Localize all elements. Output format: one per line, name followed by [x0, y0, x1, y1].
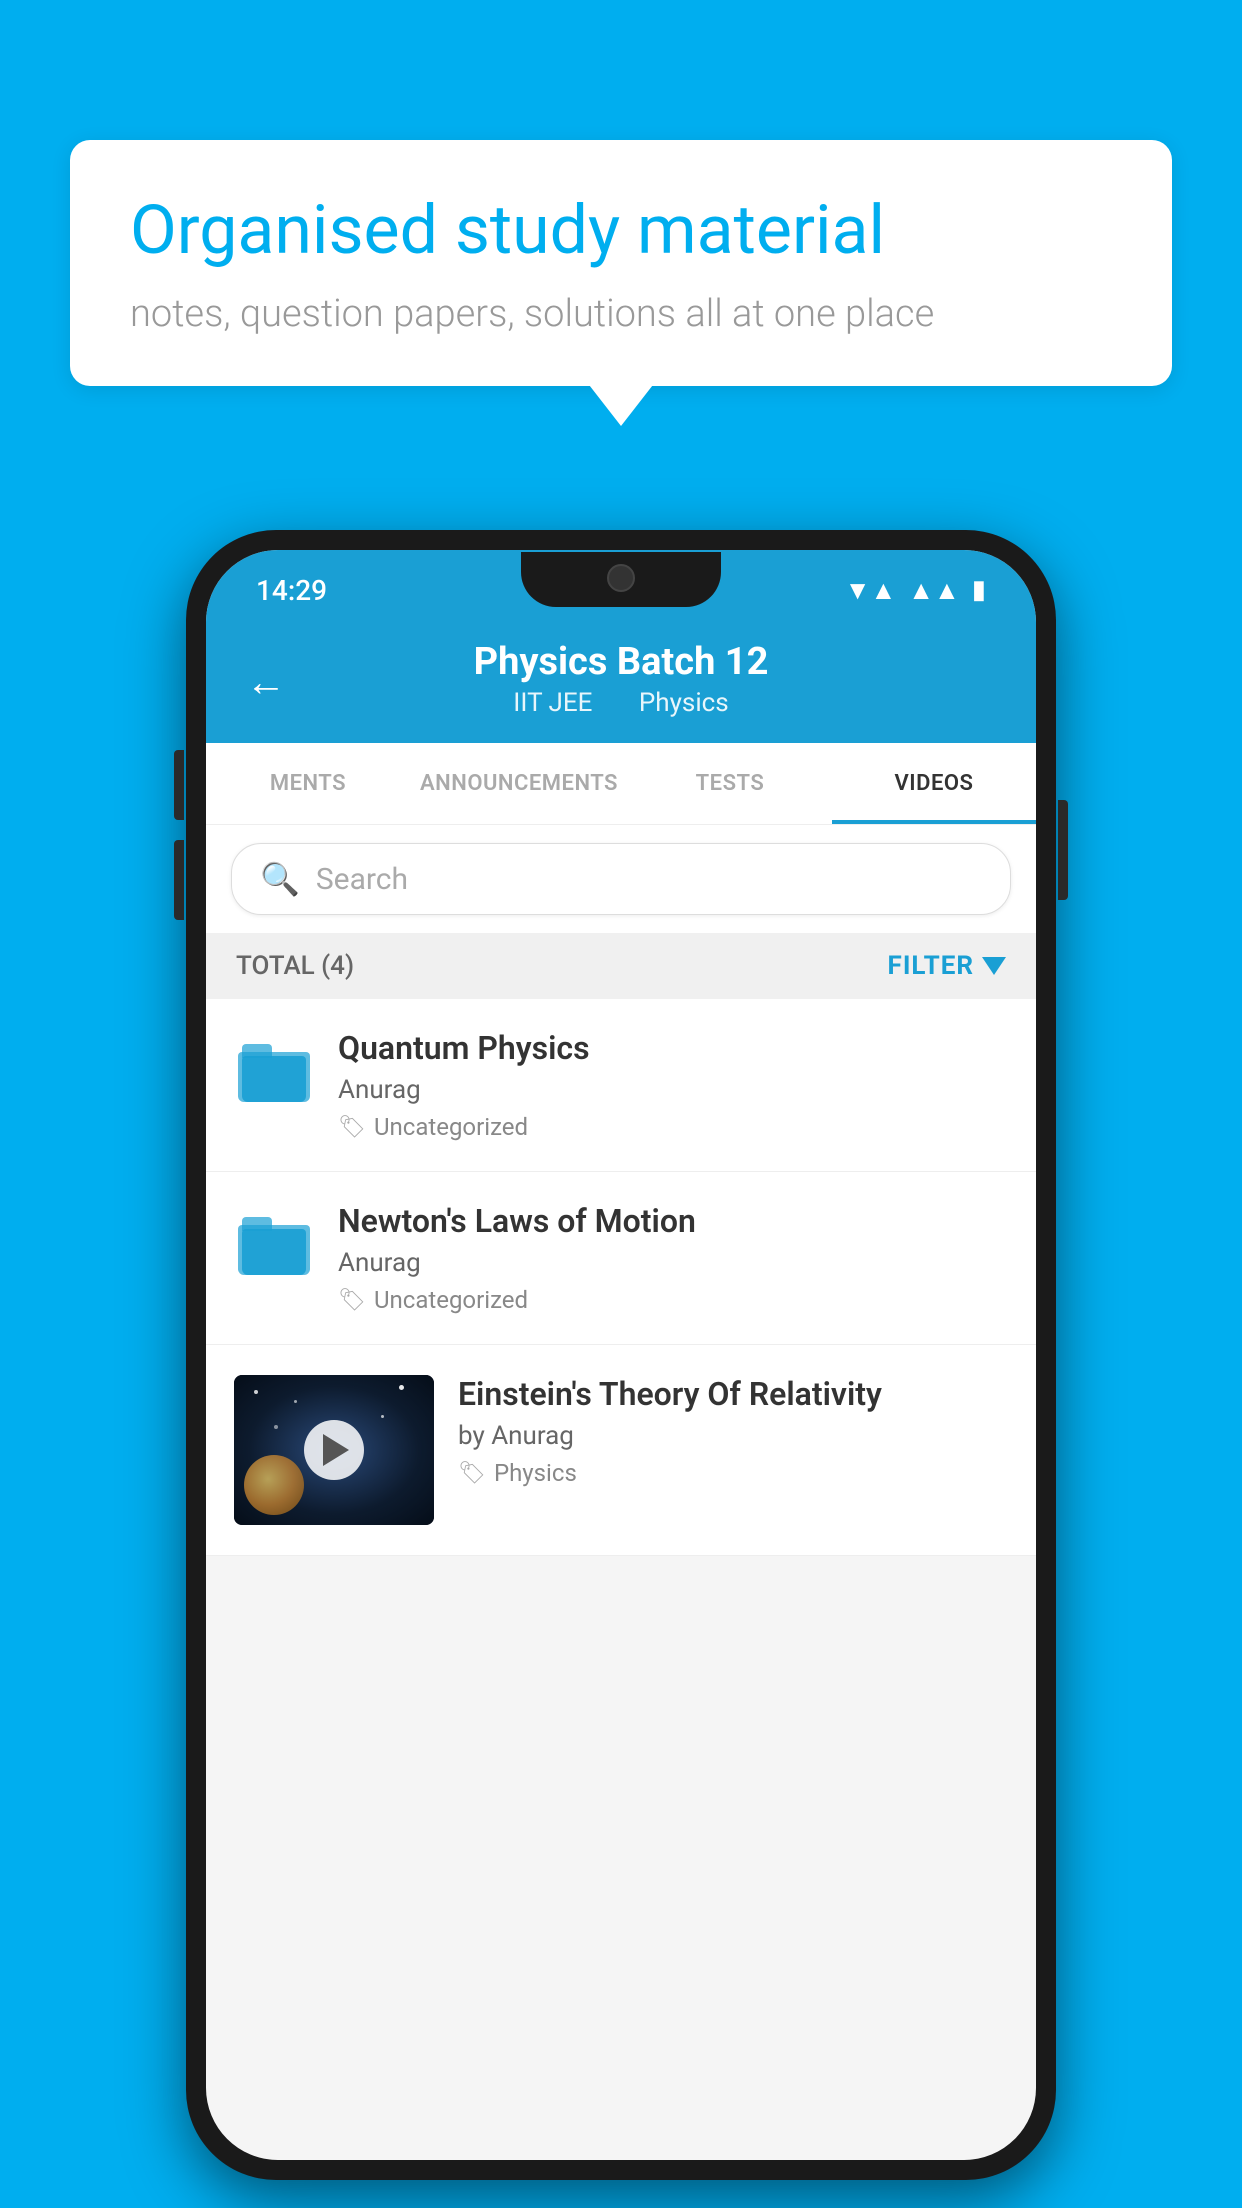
header-subtitle-physics: Physics — [639, 688, 729, 718]
tab-announcements[interactable]: ANNOUNCEMENTS — [410, 743, 628, 824]
video-title: Einstein's Theory Of Relativity — [458, 1375, 1008, 1413]
video-info: Einstein's Theory Of Relativity by Anura… — [458, 1375, 1008, 1487]
search-container: 🔍 Search — [206, 825, 1036, 933]
header-subtitle: IIT JEE Physics — [246, 688, 996, 718]
tab-ments[interactable]: MENTS — [206, 743, 410, 824]
back-button[interactable]: ← — [246, 658, 286, 705]
wifi-icon: ▼▲ — [845, 575, 896, 606]
filter-label: FILTER — [888, 951, 974, 981]
video-info: Newton's Laws of Motion Anurag 🏷 Uncateg… — [338, 1202, 1008, 1314]
tag-label: Uncategorized — [374, 1113, 528, 1141]
tab-tests[interactable]: TESTS — [628, 743, 832, 824]
video-author: by Anurag — [458, 1421, 1008, 1451]
header-title: Physics Batch 12 — [246, 640, 996, 684]
power-button — [1058, 800, 1068, 900]
list-item[interactable]: Einstein's Theory Of Relativity by Anura… — [206, 1345, 1036, 1556]
video-author: Anurag — [338, 1075, 1008, 1105]
play-icon — [323, 1434, 349, 1466]
video-list: Quantum Physics Anurag 🏷 Uncategorized — [206, 999, 1036, 1556]
status-icons: ▼▲ ▲▲ ▮ — [845, 575, 986, 606]
volume-down-button — [174, 840, 184, 920]
battery-icon: ▮ — [972, 575, 986, 605]
folder-icon — [234, 1033, 314, 1113]
video-thumbnail — [234, 1375, 434, 1525]
search-input[interactable]: Search — [316, 862, 408, 897]
tag-icon: 🏷 — [338, 1115, 366, 1140]
phone-wrapper: 14:29 ▼▲ ▲▲ ▮ ← Physics Batch 12 IIT JEE… — [186, 530, 1056, 2180]
front-camera — [607, 564, 635, 592]
search-icon: 🔍 — [260, 860, 300, 898]
tabs-container: MENTS ANNOUNCEMENTS TESTS VIDEOS — [206, 743, 1036, 825]
volume-up-button — [174, 750, 184, 820]
phone-outer: 14:29 ▼▲ ▲▲ ▮ ← Physics Batch 12 IIT JEE… — [186, 530, 1056, 2180]
filter-bar: TOTAL (4) FILTER — [206, 933, 1036, 999]
list-item[interactable]: Newton's Laws of Motion Anurag 🏷 Uncateg… — [206, 1172, 1036, 1345]
folder-icon — [234, 1206, 314, 1286]
video-tag: 🏷 Uncategorized — [338, 1286, 1008, 1314]
speech-bubble-title: Organised study material — [130, 190, 1112, 272]
header-subtitle-iitjee: IIT JEE — [513, 688, 592, 718]
phone-screen: 14:29 ▼▲ ▲▲ ▮ ← Physics Batch 12 IIT JEE… — [206, 550, 1036, 2160]
video-title: Quantum Physics — [338, 1029, 1008, 1067]
search-bar[interactable]: 🔍 Search — [231, 843, 1011, 915]
list-item[interactable]: Quantum Physics Anurag 🏷 Uncategorized — [206, 999, 1036, 1172]
video-author: Anurag — [338, 1248, 1008, 1278]
video-info: Quantum Physics Anurag 🏷 Uncategorized — [338, 1029, 1008, 1141]
total-count: TOTAL (4) — [236, 951, 354, 981]
tab-videos[interactable]: VIDEOS — [832, 743, 1036, 824]
signal-icon: ▲▲ — [908, 575, 959, 606]
video-title: Newton's Laws of Motion — [338, 1202, 1008, 1240]
tag-label: Physics — [494, 1459, 577, 1487]
filter-button[interactable]: FILTER — [888, 951, 1006, 981]
tag-label: Uncategorized — [374, 1286, 528, 1314]
app-header: ← Physics Batch 12 IIT JEE Physics — [206, 620, 1036, 743]
filter-triangle-icon — [982, 957, 1006, 975]
tag-icon: 🏷 — [338, 1288, 366, 1313]
video-tag: 🏷 Physics — [458, 1459, 1008, 1487]
speech-bubble-card: Organised study material notes, question… — [70, 140, 1172, 386]
phone-notch — [521, 552, 721, 607]
status-time: 14:29 — [256, 574, 327, 607]
play-button[interactable] — [304, 1420, 364, 1480]
thumbnail-planet — [244, 1455, 304, 1515]
speech-bubble-subtitle: notes, question papers, solutions all at… — [130, 292, 1112, 336]
tag-icon: 🏷 — [458, 1461, 486, 1486]
video-tag: 🏷 Uncategorized — [338, 1113, 1008, 1141]
